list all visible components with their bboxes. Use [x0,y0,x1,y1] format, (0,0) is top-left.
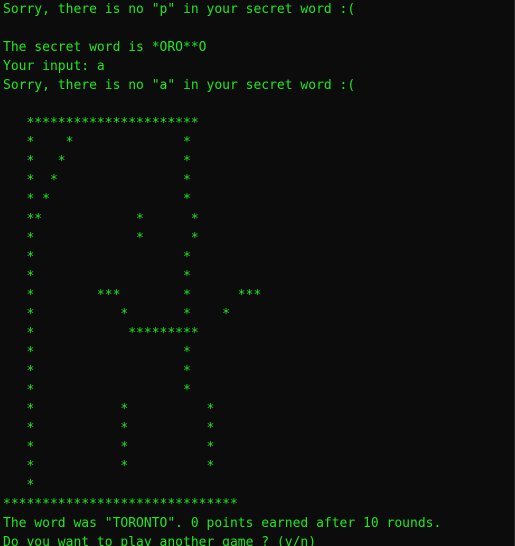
hangman-art-line: * * * [3,421,215,437]
hangman-art-line: * *** * *** [3,287,262,303]
output-line: Sorry, there is no "a" in your secret wo… [3,78,356,94]
hangman-art-line: * * [3,363,191,379]
hangman-art-line: * * * [3,440,215,456]
hangman-art-line: * * [3,382,191,398]
hangman-art-line: * * [3,344,191,360]
hangman-art-line: * * * [3,401,215,417]
hangman-art-line: * * [3,249,191,265]
console-window: Sorry, there is no "p" in your secret wo… [0,0,515,546]
hangman-art-line: * * * [3,135,191,151]
hangman-art-line: * ********* [3,325,199,341]
hangman-art-line: ********************** [3,116,199,132]
hangman-art-line: * * [3,268,191,284]
hangman-art-line: * * * * [3,306,230,322]
play-again-prompt: Do you want to play another game ? (y/n) [3,535,317,546]
hangman-art-line: * [3,478,35,494]
hangman-art-line: * * * [3,173,191,189]
output-line: The secret word is *ORO**O [3,40,207,56]
hangman-art-line: ****************************** [3,497,238,513]
output-line: Sorry, there is no "p" in your secret wo… [3,2,356,17]
hangman-art-line: * * * [3,154,191,170]
hangman-art-line: ** * * [3,211,199,227]
hangman-art-line: * * * [3,230,199,246]
output-line: Your input: a [3,59,105,75]
result-message: The word was "TORONTO". 0 points earned … [3,516,442,532]
hangman-art-line: * * * [3,459,215,475]
hangman-art-line: * * * [3,192,191,208]
